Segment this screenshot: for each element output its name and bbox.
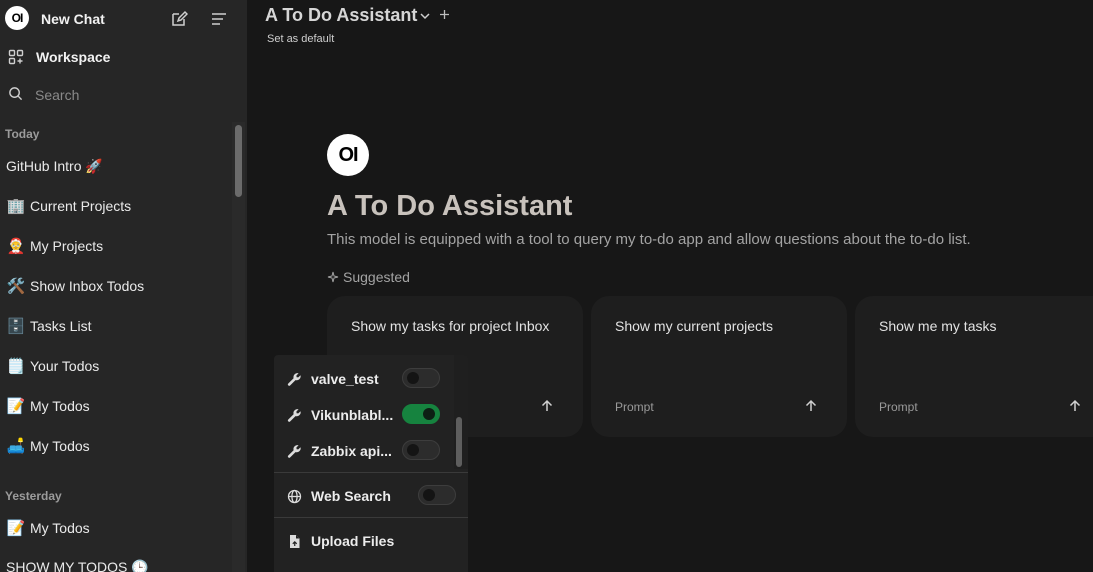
workspace-link[interactable]: Workspace <box>0 44 247 70</box>
search-icon <box>9 87 23 101</box>
chat-item-label: Current Projects <box>30 198 132 214</box>
chat-item-label: My Todos <box>30 438 90 454</box>
workspace-icon <box>8 49 24 65</box>
tool-label: Vikunblabl... <box>311 407 394 423</box>
tool-item[interactable]: Vikunblabl... <box>274 399 454 431</box>
set-default-button[interactable]: Set as default <box>267 33 334 45</box>
menu-icon[interactable] <box>210 10 228 28</box>
chat-item[interactable]: 📝 My Todos <box>0 390 230 422</box>
tools-scrollbar-thumb[interactable] <box>456 417 462 467</box>
chevron-down-icon[interactable] <box>419 10 431 22</box>
tool-label: valve_test <box>311 371 379 387</box>
file-icon <box>290 535 300 548</box>
chat-item-label: My Projects <box>30 238 104 254</box>
toggle-knob <box>407 444 419 456</box>
chat-item[interactable]: 🛋️ My Todos <box>0 430 230 462</box>
chat-item[interactable]: 🤶 My Projects <box>0 230 230 262</box>
sparkle-icon <box>327 271 339 283</box>
new-chat-row[interactable]: OI New Chat <box>0 0 247 38</box>
upload-files-item[interactable]: Upload Files <box>274 525 468 557</box>
suggestion-card[interactable]: Show me my tasks Prompt <box>855 296 1093 437</box>
edit-icon[interactable] <box>170 10 188 28</box>
web-search-label: Web Search <box>311 488 391 504</box>
globe-icon <box>287 489 302 504</box>
wrench-icon <box>287 409 301 422</box>
search-row <box>0 82 230 107</box>
toggle-knob <box>407 372 419 384</box>
arrow-up-icon <box>1069 399 1081 411</box>
workspace-label[interactable]: Workspace <box>36 49 110 65</box>
chat-emoji: 🤶 <box>6 238 26 255</box>
suggestion-title: Show my tasks for project Inbox <box>351 318 550 334</box>
chat-item-label: Tasks List <box>30 318 92 334</box>
app-logo: OI <box>5 6 29 30</box>
section-label-today: Today <box>5 127 40 141</box>
tool-item[interactable]: valve_test <box>274 363 454 395</box>
chat-item[interactable]: 📝 My Todos <box>0 512 230 544</box>
chat-item[interactable]: SHOW MY TODOS 🕒 <box>0 551 230 572</box>
sidebar: OI New Chat Workspace Today GitHub Intro… <box>0 0 247 572</box>
chat-item-label: Your Todos <box>30 358 100 374</box>
suggestion-card[interactable]: Show my current projects Prompt <box>591 296 847 437</box>
search-input[interactable] <box>33 83 217 107</box>
chat-emoji: 🗒️ <box>6 358 26 375</box>
chat-item-label: My Todos <box>30 398 90 414</box>
chat-emoji: 🛋️ <box>6 438 26 455</box>
model-selector[interactable]: A To Do Assistant <box>265 5 417 26</box>
chat-item[interactable]: 🗒️ Your Todos <box>0 350 230 382</box>
tools-menu: valve_test Vikunblabl... Zabbix api... W… <box>274 355 468 572</box>
model-avatar: OI <box>327 134 369 176</box>
chat-emoji: 📝 <box>6 398 26 415</box>
tool-label: Zabbix api... <box>311 443 392 459</box>
tool-toggle[interactable] <box>402 368 440 388</box>
chat-item-label: Show Inbox Todos <box>30 278 145 294</box>
chat-item-label: GitHub Intro 🚀 <box>6 157 103 174</box>
chat-emoji: 🛠️ <box>6 278 26 295</box>
web-search-item[interactable]: Web Search <box>274 480 468 512</box>
add-model-icon[interactable] <box>439 9 450 20</box>
sidebar-scrollbar-thumb[interactable] <box>235 125 242 197</box>
chat-emoji: 🗄️ <box>6 318 26 335</box>
chat-item[interactable]: 🏢 Current Projects <box>0 190 230 222</box>
menu-divider <box>274 517 468 518</box>
arrow-up-icon <box>541 399 553 411</box>
suggested-heading: Suggested <box>327 269 410 285</box>
suggested-label: Suggested <box>343 269 410 285</box>
arrow-up-icon <box>805 399 817 411</box>
chat-item[interactable]: 🛠️ Show Inbox Todos <box>0 270 230 302</box>
wrench-icon <box>287 373 301 386</box>
tool-toggle[interactable] <box>402 404 440 424</box>
chat-emoji: 🏢 <box>6 198 26 215</box>
chat-emoji: 📝 <box>6 520 26 537</box>
wrench-icon <box>287 445 301 458</box>
suggestion-title: Show me my tasks <box>879 318 997 334</box>
suggestion-title: Show my current projects <box>615 318 773 334</box>
new-chat-label[interactable]: New Chat <box>41 11 105 27</box>
tool-toggle[interactable] <box>402 440 440 460</box>
tool-item[interactable]: Zabbix api... <box>274 435 454 467</box>
chat-item[interactable]: GitHub Intro 🚀 <box>0 150 230 182</box>
upload-files-label: Upload Files <box>311 533 395 549</box>
chat-item-label: My Todos <box>30 520 90 536</box>
menu-divider <box>274 472 468 473</box>
toggle-knob <box>423 489 435 501</box>
web-search-toggle[interactable] <box>418 485 456 505</box>
model-description: This model is equipped with a tool to qu… <box>327 231 971 248</box>
suggestion-sub: Prompt <box>615 400 654 414</box>
chat-item[interactable]: 🗄️ Tasks List <box>0 310 230 342</box>
suggestion-sub: Prompt <box>879 400 918 414</box>
model-title: A To Do Assistant <box>327 190 573 222</box>
chat-item-label: SHOW MY TODOS 🕒 <box>6 558 149 572</box>
section-label-yesterday: Yesterday <box>5 489 62 503</box>
toggle-knob <box>423 408 435 420</box>
